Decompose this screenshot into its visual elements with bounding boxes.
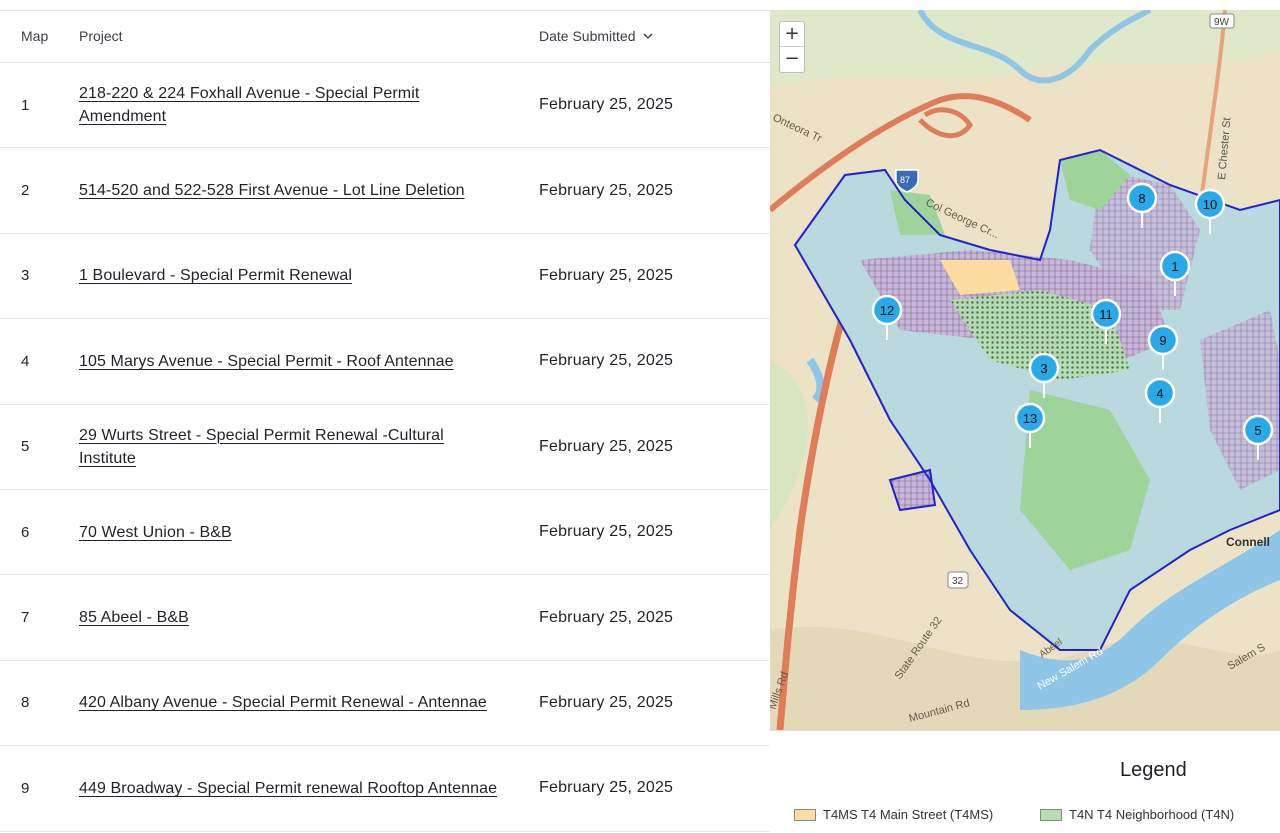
legend-title: Legend <box>1120 759 1187 781</box>
project-link[interactable]: 514-520 and 522-528 First Avenue - Lot L… <box>79 179 465 202</box>
row-date-submitted: February 25, 2025 <box>539 96 674 114</box>
project-link[interactable]: 449 Broadway - Special Permit renewal Ro… <box>79 777 497 800</box>
marker-label: 13 <box>1023 411 1037 426</box>
table-row: 7 85 Abeel - B&B February 25, 2025 <box>0 575 770 661</box>
zoom-control: + − <box>779 21 805 73</box>
table-header: Map Project Date Submitted <box>0 11 770 63</box>
row-project-cell: 29 Wurts Street - Special Permit Renewal… <box>79 405 499 489</box>
row-map-number: 9 <box>21 779 30 797</box>
project-link[interactable]: 1 Boulevard - Special Permit Renewal <box>79 264 352 287</box>
label-route-9w: 9W <box>1214 17 1230 28</box>
row-project-cell: 70 West Union - B&B <box>79 490 499 574</box>
row-date-submitted: February 25, 2025 <box>539 266 674 284</box>
marker-label: 3 <box>1040 361 1047 376</box>
legend-swatch-t4n <box>1040 808 1062 821</box>
row-map-number: 2 <box>21 182 30 200</box>
column-header-date-label: Date Submitted <box>539 28 636 44</box>
zoom-out-button[interactable]: − <box>780 47 804 72</box>
marker-label: 9 <box>1159 333 1166 348</box>
row-project-cell: 449 Broadway - Special Permit renewal Ro… <box>79 746 499 830</box>
project-link[interactable]: 70 West Union - B&B <box>79 521 232 544</box>
marker-label: 4 <box>1156 386 1163 401</box>
legend-panel: Legend T4MS T4 Main Street (T4MS) T4N T4… <box>770 730 1280 833</box>
row-project-cell: 514-520 and 522-528 First Avenue - Lot L… <box>79 148 499 232</box>
row-date-submitted: February 25, 2025 <box>539 608 674 626</box>
project-link[interactable]: 218-220 & 224 Foxhall Avenue - Special P… <box>79 82 499 128</box>
project-link[interactable]: 85 Abeel - B&B <box>79 606 189 629</box>
project-link[interactable]: 29 Wurts Street - Special Permit Renewal… <box>79 424 499 470</box>
label-connell: Connell <box>1226 535 1270 549</box>
map-view[interactable]: 9W E Chester St 87 Col George Cr... Onte… <box>770 10 1280 730</box>
row-date-submitted: February 25, 2025 <box>539 181 674 199</box>
row-map-number: 4 <box>21 352 30 370</box>
table-row: 4 105 Marys Avenue - Special Permit - Roo… <box>0 319 770 405</box>
label-route-32: 32 <box>952 576 964 587</box>
table-row: 5 29 Wurts Street - Special Permit Renewa… <box>0 405 770 490</box>
marker-label: 1 <box>1171 259 1178 274</box>
row-project-cell: 1 Boulevard - Special Permit Renewal <box>79 234 499 318</box>
legend-swatch-t4ms <box>794 808 816 821</box>
row-date-submitted: February 25, 2025 <box>539 352 674 370</box>
row-map-number: 7 <box>21 609 30 627</box>
table-row: 6 70 West Union - B&B February 25, 2025 <box>0 490 770 576</box>
column-header-date-sort[interactable]: Date Submitted <box>539 28 654 44</box>
project-link[interactable]: 105 Marys Avenue - Special Permit - Roof… <box>79 350 454 373</box>
column-header-project: Project <box>79 28 123 44</box>
table-row: 2 514-520 and 522-528 First Avenue - Lot … <box>0 148 770 234</box>
row-map-number: 8 <box>21 694 30 712</box>
row-date-submitted: February 25, 2025 <box>539 779 674 797</box>
projects-table: Map Project Date Submitted 1 218-220 & 22… <box>0 10 770 833</box>
legend-item-t4ms: T4MS T4 Main Street (T4MS) <box>794 807 993 822</box>
row-project-cell: 85 Abeel - B&B <box>79 575 499 659</box>
row-date-submitted: February 25, 2025 <box>539 523 674 541</box>
table-row: 8 420 Albany Avenue - Special Permit Rene… <box>0 661 770 747</box>
row-date-submitted: February 25, 2025 <box>539 437 674 455</box>
legend-item-t4n: T4N T4 Neighborhood (T4N) <box>1040 807 1234 822</box>
table-row: 9 449 Broadway - Special Permit renewal R… <box>0 746 770 832</box>
row-map-number: 1 <box>21 96 30 114</box>
row-project-cell: 420 Albany Avenue - Special Permit Renew… <box>79 661 499 745</box>
legend-label-t4ms: T4MS T4 Main Street (T4MS) <box>823 807 994 822</box>
zoom-in-button[interactable]: + <box>780 22 804 47</box>
legend-label-t4n: T4N T4 Neighborhood (T4N) <box>1069 807 1235 822</box>
marker-label: 12 <box>880 303 894 318</box>
row-map-number: 6 <box>21 523 30 541</box>
map-canvas[interactable]: 9W E Chester St 87 Col George Cr... Onte… <box>770 10 1280 730</box>
chevron-down-icon <box>643 33 652 39</box>
row-project-cell: 218-220 & 224 Foxhall Avenue - Special P… <box>79 63 499 147</box>
row-map-number: 5 <box>21 438 30 456</box>
marker-label: 11 <box>1099 307 1113 322</box>
table-row: 3 1 Boulevard - Special Permit Renewal Feb… <box>0 234 770 320</box>
marker-label: 10 <box>1203 197 1217 212</box>
row-project-cell: 105 Marys Avenue - Special Permit - Roof… <box>79 319 499 403</box>
column-header-map: Map <box>21 28 49 44</box>
project-link[interactable]: 420 Albany Avenue - Special Permit Renew… <box>79 691 487 714</box>
label-route-87: 87 <box>900 175 910 185</box>
marker-label: 8 <box>1138 191 1145 206</box>
marker-label: 5 <box>1254 423 1261 438</box>
row-map-number: 3 <box>21 267 30 285</box>
row-date-submitted: February 25, 2025 <box>539 693 674 711</box>
table-row: 1 218-220 & 224 Foxhall Avenue - Special … <box>0 63 770 149</box>
